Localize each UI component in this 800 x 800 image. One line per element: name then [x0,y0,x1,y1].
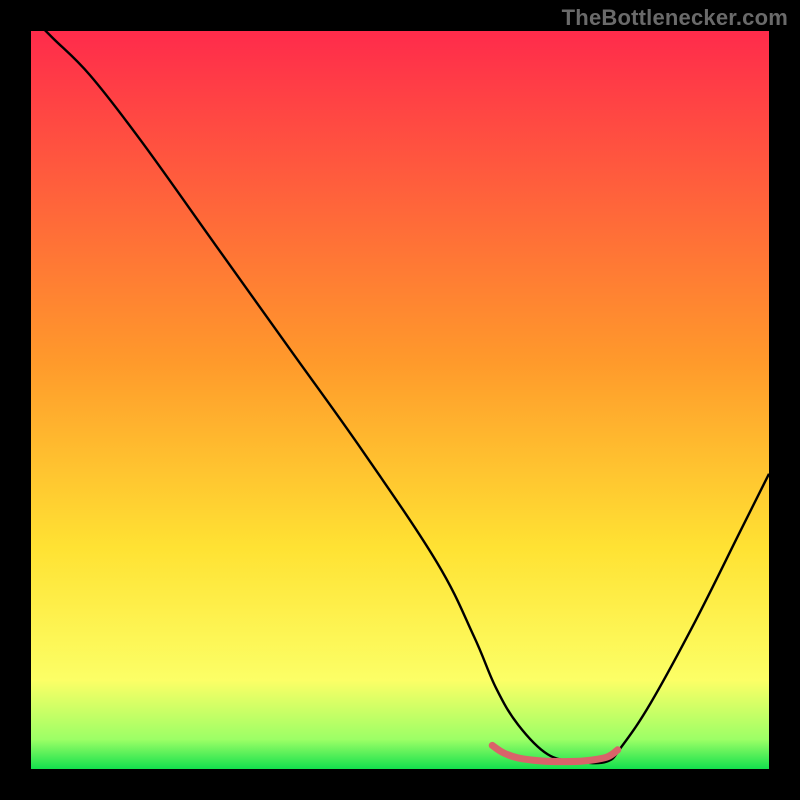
plot-area [31,31,769,769]
chart-svg [31,31,769,769]
chart-frame: TheBottlenecker.com [0,0,800,800]
watermark-text: TheBottlenecker.com [562,5,788,31]
